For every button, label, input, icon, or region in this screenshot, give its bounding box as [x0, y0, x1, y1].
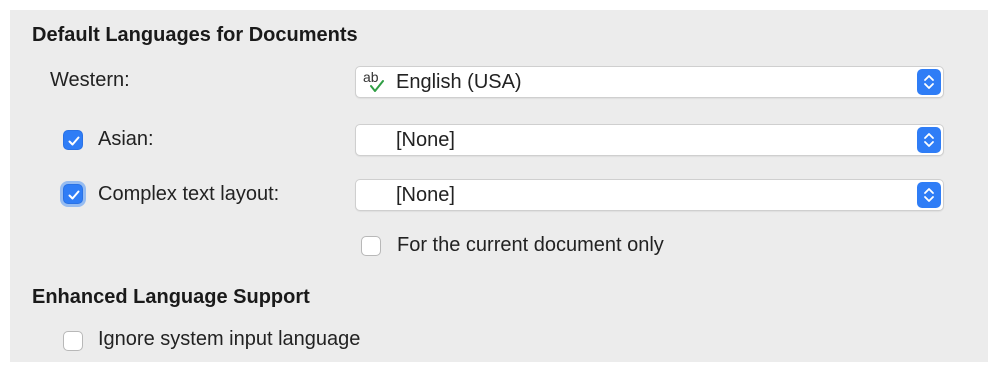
- current-document-only-label: For the current document only: [397, 234, 664, 256]
- checkmark-icon: [68, 190, 80, 200]
- western-label: Western:: [50, 69, 130, 91]
- asian-stepper[interactable]: [917, 127, 941, 153]
- chevron-up-down-icon: [924, 188, 934, 202]
- ctl-label: Complex text layout:: [98, 183, 280, 205]
- western-language-select[interactable]: ab English (USA): [355, 66, 944, 98]
- spellcheck-icon: ab: [362, 69, 390, 95]
- svg-text:ab: ab: [363, 69, 379, 85]
- western-stepper[interactable]: [917, 69, 941, 95]
- asian-checkbox[interactable]: [63, 130, 83, 150]
- chevron-up-down-icon: [924, 133, 934, 147]
- ctl-language-value: [None]: [396, 184, 455, 206]
- ignore-system-input-checkbox[interactable]: [63, 331, 83, 351]
- ctl-language-select[interactable]: [None]: [355, 179, 944, 211]
- asian-language-value: [None]: [396, 129, 455, 151]
- asian-language-select[interactable]: [None]: [355, 124, 944, 156]
- ignore-system-input-label: Ignore system input language: [98, 328, 361, 350]
- chevron-up-down-icon: [924, 75, 934, 89]
- current-document-only-checkbox[interactable]: [361, 236, 381, 256]
- ctl-checkbox[interactable]: [63, 184, 83, 204]
- asian-label: Asian:: [98, 128, 154, 150]
- enhanced-language-heading: Enhanced Language Support: [32, 286, 310, 308]
- western-language-value: English (USA): [396, 71, 522, 93]
- ctl-stepper[interactable]: [917, 182, 941, 208]
- default-languages-heading: Default Languages for Documents: [32, 24, 358, 46]
- checkmark-icon: [68, 136, 80, 146]
